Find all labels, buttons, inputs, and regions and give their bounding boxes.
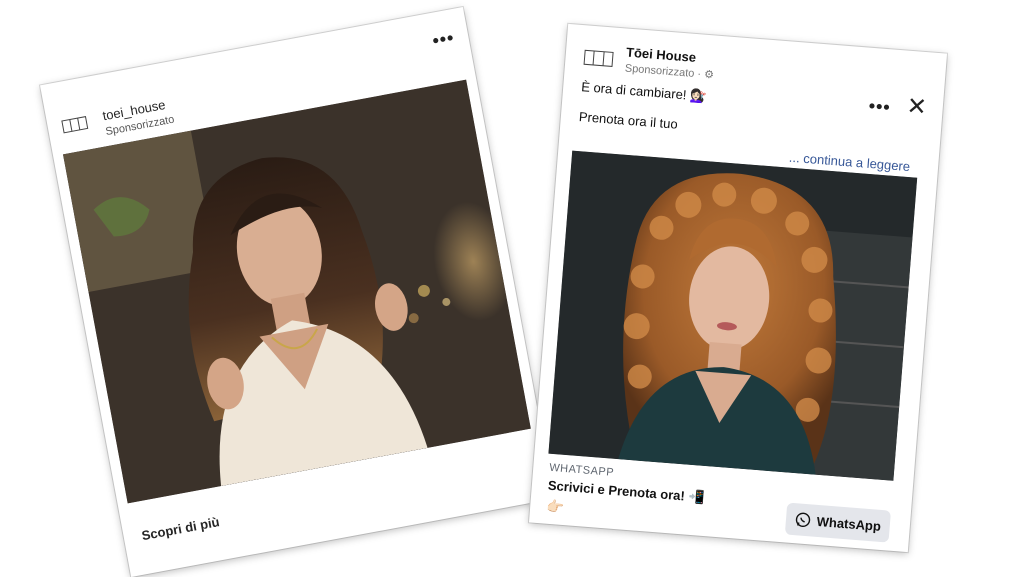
whatsapp-button-label: WhatsApp [816,513,882,534]
woman-portrait-image [62,79,531,504]
learn-more-button[interactable]: Scopri di più [140,514,220,543]
ad-image[interactable] [548,150,918,481]
sponsored-text: Sponsorizzato · [624,62,702,81]
close-icon[interactable]: ✕ [906,93,928,121]
pointing-hand-icon: 👉🏻 [545,497,565,515]
toei-logo-icon [61,116,89,134]
link-source: WHATSAPP [548,461,615,479]
instagram-ad-card: toei_house Sponsorizzato ••• Scopri di p… [40,7,554,577]
more-options-icon[interactable]: ••• [431,27,456,52]
link-headline[interactable]: Scrivici e Prenota ora! 📲 [547,478,705,506]
ad-text-line-2: Prenota ora il tuo [578,109,679,132]
gear-icon: ⚙ [703,68,715,82]
toei-logo-icon [583,49,614,67]
whatsapp-button[interactable]: WhatsApp [784,502,891,543]
ad-text-line-1: È ora di cambiare! 💇🏻‍♀️ [580,79,707,104]
whatsapp-icon [795,512,811,528]
facebook-ad-card: Tōei House Sponsorizzato · ⚙ ••• ✕ È ora… [528,23,948,553]
sponsored-label: Sponsorizzato · ⚙ [624,61,714,81]
curly-hair-woman-image [548,150,918,481]
more-options-icon[interactable]: ••• [868,96,891,119]
ad-image[interactable] [62,79,531,504]
